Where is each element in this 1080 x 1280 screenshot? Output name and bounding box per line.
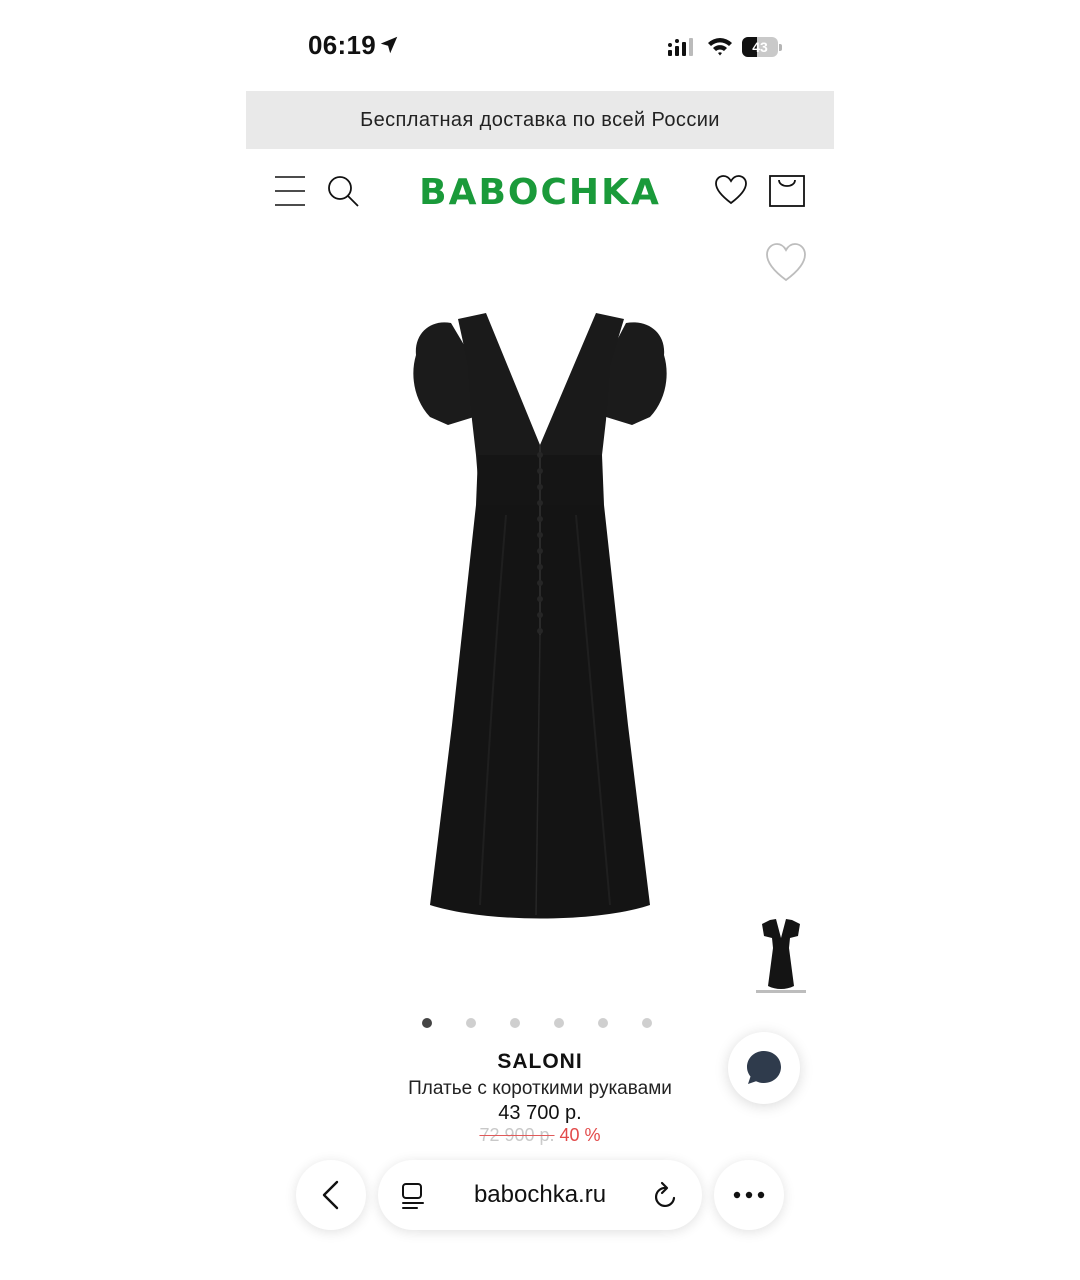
product-thumbnail[interactable]	[756, 916, 806, 994]
thumbnail-active-indicator	[756, 990, 806, 993]
chat-button[interactable]	[728, 1032, 800, 1104]
gallery-dot[interactable]	[554, 1018, 564, 1028]
url-text[interactable]: babochka.ru	[434, 1181, 646, 1209]
back-chevron-icon	[322, 1180, 339, 1210]
gallery-dot[interactable]	[510, 1018, 520, 1028]
more-dots-icon	[733, 1191, 765, 1199]
cellular-signal-icon	[668, 38, 693, 56]
gallery-dot[interactable]	[598, 1018, 608, 1028]
gallery-pagination	[422, 1018, 652, 1030]
more-options-button[interactable]	[714, 1160, 784, 1230]
battery-percent: 43	[752, 39, 768, 55]
reader-mode-icon[interactable]	[398, 1182, 428, 1210]
product-price: 43 700 р.	[498, 1102, 582, 1124]
promo-banner[interactable]: Бесплатная доставка по всей России	[246, 91, 834, 149]
status-time: 06:19	[308, 30, 376, 60]
chat-bubble-icon	[747, 1051, 781, 1084]
add-to-favorites-icon[interactable]	[764, 240, 808, 284]
back-button[interactable]	[296, 1160, 366, 1230]
product-image[interactable]	[396, 305, 686, 925]
reload-icon[interactable]	[652, 1181, 680, 1211]
shopping-bag-icon[interactable]	[768, 174, 806, 208]
location-arrow-icon	[380, 36, 398, 54]
heart-icon[interactable]	[714, 174, 748, 206]
site-header: BABOCHKA	[246, 150, 834, 232]
gallery-dot[interactable]	[422, 1018, 432, 1028]
promo-text: Бесплатная доставка по всей России	[360, 108, 720, 131]
address-bar[interactable]: babochka.ru	[378, 1160, 702, 1230]
battery-icon: 43	[742, 37, 782, 57]
status-bar: 06:19 43	[246, 0, 834, 90]
gallery-dot[interactable]	[642, 1018, 652, 1028]
phone-screen: 06:19 43 Бесплатная доставка по всей Рос…	[246, 0, 834, 1280]
gallery-dot[interactable]	[466, 1018, 476, 1028]
wifi-icon	[708, 38, 732, 56]
